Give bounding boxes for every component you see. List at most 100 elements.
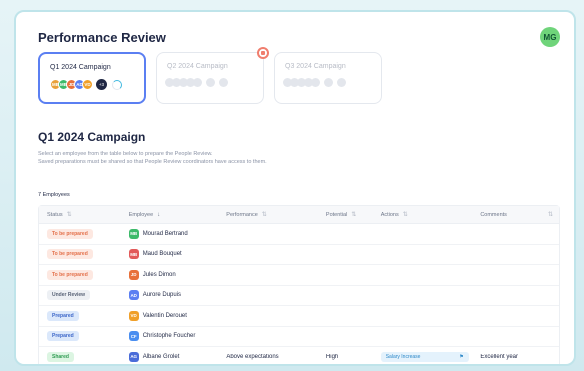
table-body: To be prepared MB Mourad Bertrand To be p… — [39, 224, 559, 364]
column-header-employee[interactable]: Employee ↓ — [121, 212, 219, 218]
placeholder-chip — [219, 78, 228, 87]
top-bar: Performance Review MG — [38, 26, 560, 48]
column-header-actions[interactable]: Actions ⇅ — [373, 211, 473, 219]
employee-name: Maud Bouquet — [142, 251, 182, 258]
action-tag[interactable]: Salary Increase ⚑ — [380, 351, 469, 362]
table-row[interactable]: To be prepared MB Maud Bouquet — [39, 245, 559, 265]
column-label: Employee — [128, 211, 154, 218]
table-row[interactable]: To be prepared JD Jules Dimon — [39, 265, 559, 286]
employee-avatar: AG — [128, 351, 139, 362]
page-background: Performance Review MG Q1 2024 Campaign M… — [0, 0, 584, 371]
comments-cell: Excellent year — [480, 353, 519, 360]
employee-name: Mourad Bertrand — [142, 230, 188, 237]
description-line: Select an employee from the table below … — [38, 151, 213, 157]
placeholder-chip — [206, 78, 215, 87]
flag-icon: ⚑ — [459, 353, 464, 360]
status-cell: Shared — [39, 351, 121, 362]
employee-cell[interactable]: MB Maud Bouquet — [121, 249, 219, 260]
user-avatar[interactable]: MG — [540, 27, 560, 47]
placeholder-chip — [337, 78, 346, 87]
employee-cell[interactable]: AD Aurore Dupuis — [121, 290, 219, 301]
status-cell: To be prepared — [39, 249, 121, 260]
table-row[interactable]: To be prepared MB Mourad Bertrand — [39, 224, 559, 245]
table-row[interactable]: Shared AG Albane Grolet Above expectation… — [39, 347, 559, 364]
column-header-potential[interactable]: Potential ⇅ — [318, 211, 373, 219]
employee-name: Jules Dimon — [142, 271, 176, 278]
column-label: Comments — [480, 211, 507, 218]
employee-avatar: MB — [128, 249, 139, 260]
status-badge: Under Review — [47, 290, 91, 301]
employee-avatar: MB — [128, 228, 139, 239]
employee-avatar: CF — [128, 331, 139, 342]
section-description: Select an employee from the table below … — [38, 150, 267, 166]
employee-name: Aurore Dupuis — [142, 292, 182, 299]
potential-cell: High — [325, 353, 339, 360]
app-window: Performance Review MG Q1 2024 Campaign M… — [14, 10, 576, 366]
status-cell: Prepared — [39, 310, 121, 321]
status-badge: Prepared — [47, 310, 79, 321]
section-title: Q1 2024 Campaign — [38, 130, 146, 144]
employee-avatar: AD — [128, 290, 139, 301]
status-badge: To be prepared — [47, 228, 93, 239]
placeholder-chip — [311, 78, 320, 87]
campaign-avatars-placeholder — [283, 78, 371, 87]
performance-cell: Above expectations — [226, 353, 279, 360]
campaign-card-title: Q1 2024 Campaign — [50, 64, 111, 71]
status-cell: To be prepared — [39, 228, 121, 239]
sort-icon[interactable]: ⇅ — [262, 211, 267, 218]
campaign-avatars-placeholder — [165, 78, 253, 87]
employee-avatar: VD — [128, 310, 139, 321]
employee-cell[interactable]: MB Mourad Bertrand — [121, 228, 219, 239]
table-row[interactable]: Under Review AD Aurore Dupuis — [39, 286, 559, 306]
placeholder-chip — [193, 78, 202, 87]
employee-cell[interactable]: AG Albane Grolet — [121, 351, 219, 362]
column-header-status[interactable]: Status ⇅ — [39, 211, 121, 219]
notification-icon[interactable] — [257, 47, 269, 59]
status-cell: Prepared — [39, 331, 121, 342]
sort-icon[interactable]: ⇅ — [548, 211, 553, 218]
column-label: Potential — [325, 211, 348, 218]
campaign-card-q1[interactable]: Q1 2024 Campaign MB MB JD AD VD +3 — [38, 52, 146, 104]
employee-name: Christophe Foucher — [142, 333, 196, 340]
sort-down-icon[interactable]: ↓ — [157, 212, 160, 218]
status-cell: Under Review — [39, 290, 121, 301]
campaign-card-q3[interactable]: Q3 2024 Campaign — [274, 52, 382, 104]
status-badge: Shared — [47, 351, 74, 362]
column-header-performance[interactable]: Performance ⇅ — [218, 211, 318, 219]
column-header-comments[interactable]: Comments ⇅ — [472, 211, 559, 219]
employee-name: Valentin Derouet — [142, 312, 187, 319]
actions-cell: Salary Increase ⚑ — [373, 351, 473, 362]
sort-icon[interactable]: ⇅ — [351, 211, 356, 218]
table-header: Status ⇅ Employee ↓ Performance ⇅ Potential… — [39, 206, 559, 224]
employee-cell[interactable]: JD Jules Dimon — [121, 269, 219, 280]
progress-ring-icon — [112, 79, 122, 90]
employee-count: 7 Employees — [38, 192, 70, 198]
description-line: Saved preparations must be shared so tha… — [38, 159, 267, 165]
campaign-card-title: Q2 2024 Campaign — [167, 63, 228, 70]
page-title: Performance Review — [38, 29, 166, 45]
column-label: Actions — [380, 211, 399, 218]
sort-icon[interactable]: ⇅ — [403, 211, 408, 218]
employee-name: Albane Grolet — [142, 353, 180, 360]
status-badge: Prepared — [47, 331, 79, 342]
campaign-cards: Q1 2024 Campaign MB MB JD AD VD +3 Q2 20… — [38, 47, 382, 104]
campaign-avatars: MB MB JD AD VD +3 — [50, 79, 134, 90]
campaign-card-q2[interactable]: Q2 2024 Campaign — [156, 47, 269, 104]
status-badge: To be prepared — [47, 269, 93, 280]
employee-cell[interactable]: CF Christophe Foucher — [121, 331, 219, 342]
employee-cell[interactable]: VD Valentin Derouet — [121, 310, 219, 321]
placeholder-chip — [324, 78, 333, 87]
more-avatars-count: +3 — [96, 79, 107, 90]
employees-table: Status ⇅ Employee ↓ Performance ⇅ Potential… — [38, 205, 560, 364]
action-label: Salary Increase — [385, 353, 421, 360]
status-badge: To be prepared — [47, 249, 93, 260]
campaign-card-title: Q3 2024 Campaign — [285, 63, 346, 70]
sort-icon[interactable]: ⇅ — [67, 211, 72, 218]
column-label: Status — [47, 211, 63, 218]
avatar-chip: VD — [82, 79, 93, 90]
employee-avatar: JD — [128, 269, 139, 280]
table-row[interactable]: Prepared VD Valentin Derouet — [39, 306, 559, 327]
column-label: Performance — [226, 211, 258, 218]
status-cell: To be prepared — [39, 269, 121, 280]
table-row[interactable]: Prepared CF Christophe Foucher — [39, 327, 559, 347]
